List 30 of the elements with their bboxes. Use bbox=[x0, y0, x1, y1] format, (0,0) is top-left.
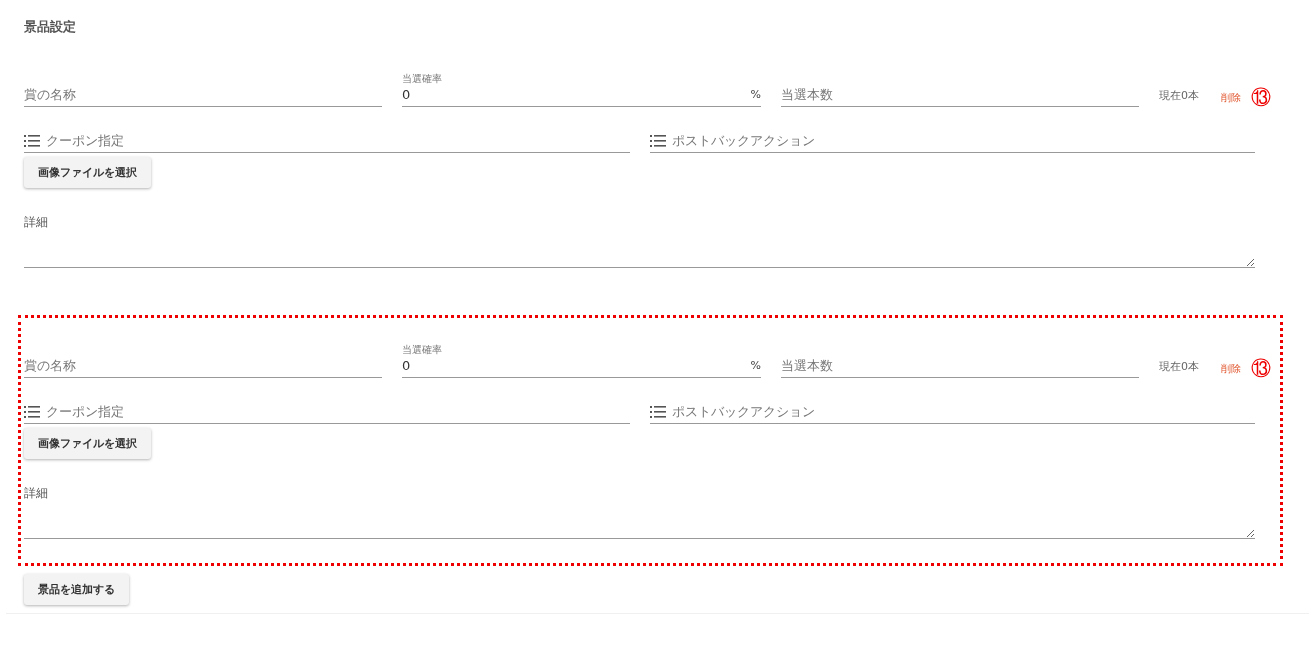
coupon-field[interactable]: クーポン指定 bbox=[46, 404, 630, 419]
annotation-number: ⑬ bbox=[1251, 87, 1271, 107]
list-icon bbox=[650, 134, 666, 147]
detail-label: 詳細 bbox=[24, 214, 49, 231]
rate-field[interactable]: 0 bbox=[402, 358, 745, 373]
postback-field[interactable]: ポストバックアクション bbox=[672, 404, 1255, 419]
count-field[interactable]: 当選本数 bbox=[781, 87, 1139, 102]
add-prize-button[interactable]: 景品を追加する bbox=[24, 574, 129, 605]
current-count: 現在0本 bbox=[1159, 359, 1199, 375]
name-field[interactable]: 賞の名称 bbox=[24, 87, 382, 102]
annotation-number: ⑬ bbox=[1251, 358, 1271, 378]
rate-field[interactable]: 0 bbox=[402, 87, 745, 102]
current-count: 現在0本 bbox=[1159, 88, 1199, 104]
field-label: 当選確率 bbox=[402, 72, 443, 86]
list-icon bbox=[650, 405, 666, 418]
section-title: 景品設定 bbox=[24, 18, 77, 36]
coupon-field[interactable]: クーポン指定 bbox=[46, 133, 630, 148]
list-icon bbox=[24, 134, 40, 147]
name-field[interactable]: 賞の名称 bbox=[24, 358, 382, 373]
delete-link[interactable]: 削除 bbox=[1221, 362, 1241, 378]
count-field[interactable]: 当選本数 bbox=[781, 358, 1139, 373]
image-select-button[interactable]: 画像ファイルを選択 bbox=[24, 157, 151, 188]
delete-link[interactable]: 削除 bbox=[1221, 91, 1241, 107]
field-label: 当選確率 bbox=[402, 343, 443, 357]
percent-unit: % bbox=[750, 88, 761, 101]
detail-label: 詳細 bbox=[24, 485, 49, 502]
image-select-button[interactable]: 画像ファイルを選択 bbox=[24, 428, 151, 459]
list-icon bbox=[24, 405, 40, 418]
postback-field[interactable]: ポストバックアクション bbox=[672, 133, 1255, 148]
percent-unit: % bbox=[750, 359, 761, 372]
